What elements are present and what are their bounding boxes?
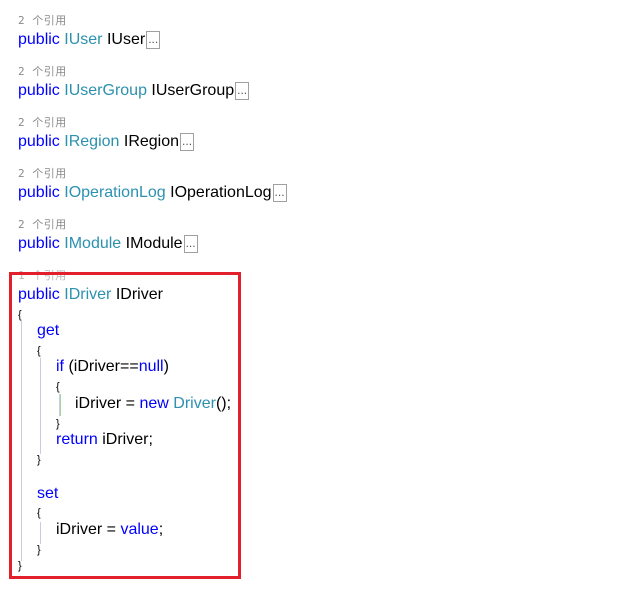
statement-terminator: ; (158, 521, 164, 538)
indent-guide (40, 522, 41, 544)
collapsed-block-button[interactable]: ... (272, 184, 287, 202)
reference-count-lens[interactable]: 2 个引用 (18, 66, 67, 78)
reference-count-lens[interactable]: 2 个引用 (18, 168, 67, 180)
type-name[interactable]: IOperationLog (64, 184, 165, 201)
public-keyword: public (18, 235, 60, 252)
set-keyword: set (37, 485, 59, 502)
indent-guide (40, 358, 41, 454)
assignment-lhs: iDriver = (75, 395, 140, 412)
indent-guide-active (60, 394, 61, 416)
collapsed-block-button[interactable]: ... (183, 235, 198, 253)
collapsed-block-button[interactable]: ... (180, 133, 195, 151)
indent-guide (21, 321, 22, 561)
property-name: IUser (106, 31, 146, 48)
code-editor[interactable]: 2 个引用 public IUser IUser... 2 个引用 public… (0, 0, 624, 589)
assignment-statement: iDriver = new Driver(); (75, 394, 231, 414)
property-name: IDriver (115, 286, 163, 303)
return-keyword: return (56, 431, 98, 448)
close-brace: } (56, 418, 60, 430)
get-keyword: get (37, 322, 60, 339)
null-keyword: null (138, 358, 164, 375)
type-name[interactable]: IDriver (64, 286, 111, 303)
reference-count-lens[interactable]: 2 个引用 (18, 219, 67, 231)
if-condition: (iDriver== (64, 358, 139, 375)
collapsed-block-button[interactable]: ... (146, 31, 161, 49)
open-brace: { (18, 309, 22, 321)
property-name: IUserGroup (151, 82, 235, 99)
reference-count-lens[interactable]: 1 个引用 (18, 270, 67, 282)
public-keyword: public (18, 82, 60, 99)
driver-type[interactable]: Driver (173, 395, 216, 412)
if-statement: if (iDriver==null) (56, 357, 169, 377)
if-condition-close: ) (163, 358, 169, 375)
property-declaration: public IRegion IRegion... (18, 132, 195, 152)
reference-count-lens[interactable]: 2 个引用 (18, 15, 67, 27)
value-keyword: value (120, 521, 159, 538)
property-name: IRegion (123, 133, 180, 150)
return-expression: iDriver; (97, 431, 153, 448)
type-name[interactable]: IRegion (64, 133, 119, 150)
property-declaration: public IUserGroup IUserGroup... (18, 81, 250, 101)
get-accessor: get (37, 321, 59, 341)
public-keyword: public (18, 133, 60, 150)
assignment-lhs: iDriver = (56, 521, 121, 538)
public-keyword: public (18, 286, 60, 303)
if-keyword: if (56, 358, 64, 375)
type-name[interactable]: IUserGroup (64, 82, 147, 99)
collapsed-block-button[interactable]: ... (235, 82, 250, 100)
property-name: IOperationLog (170, 184, 272, 201)
set-accessor: set (37, 484, 58, 504)
open-brace: { (37, 345, 41, 357)
property-declaration: public IOperationLog IOperationLog... (18, 183, 287, 203)
property-name: IModule (125, 235, 183, 252)
constructor-call: (); (215, 395, 232, 412)
property-declaration: public IDriver IDriver (18, 285, 163, 305)
set-assignment-statement: iDriver = value; (56, 520, 163, 540)
close-brace: } (37, 454, 41, 466)
type-name[interactable]: IModule (64, 235, 121, 252)
close-brace: } (37, 544, 41, 556)
public-keyword: public (18, 31, 60, 48)
property-declaration: public IUser IUser... (18, 30, 161, 50)
property-declaration: public IModule IModule... (18, 234, 198, 254)
open-brace: { (56, 381, 60, 393)
public-keyword: public (18, 184, 60, 201)
type-name[interactable]: IUser (64, 31, 102, 48)
open-brace: { (37, 507, 41, 519)
reference-count-lens[interactable]: 2 个引用 (18, 117, 67, 129)
new-keyword: new (139, 395, 169, 412)
close-brace: } (18, 560, 22, 572)
return-statement: return iDriver; (56, 430, 153, 450)
